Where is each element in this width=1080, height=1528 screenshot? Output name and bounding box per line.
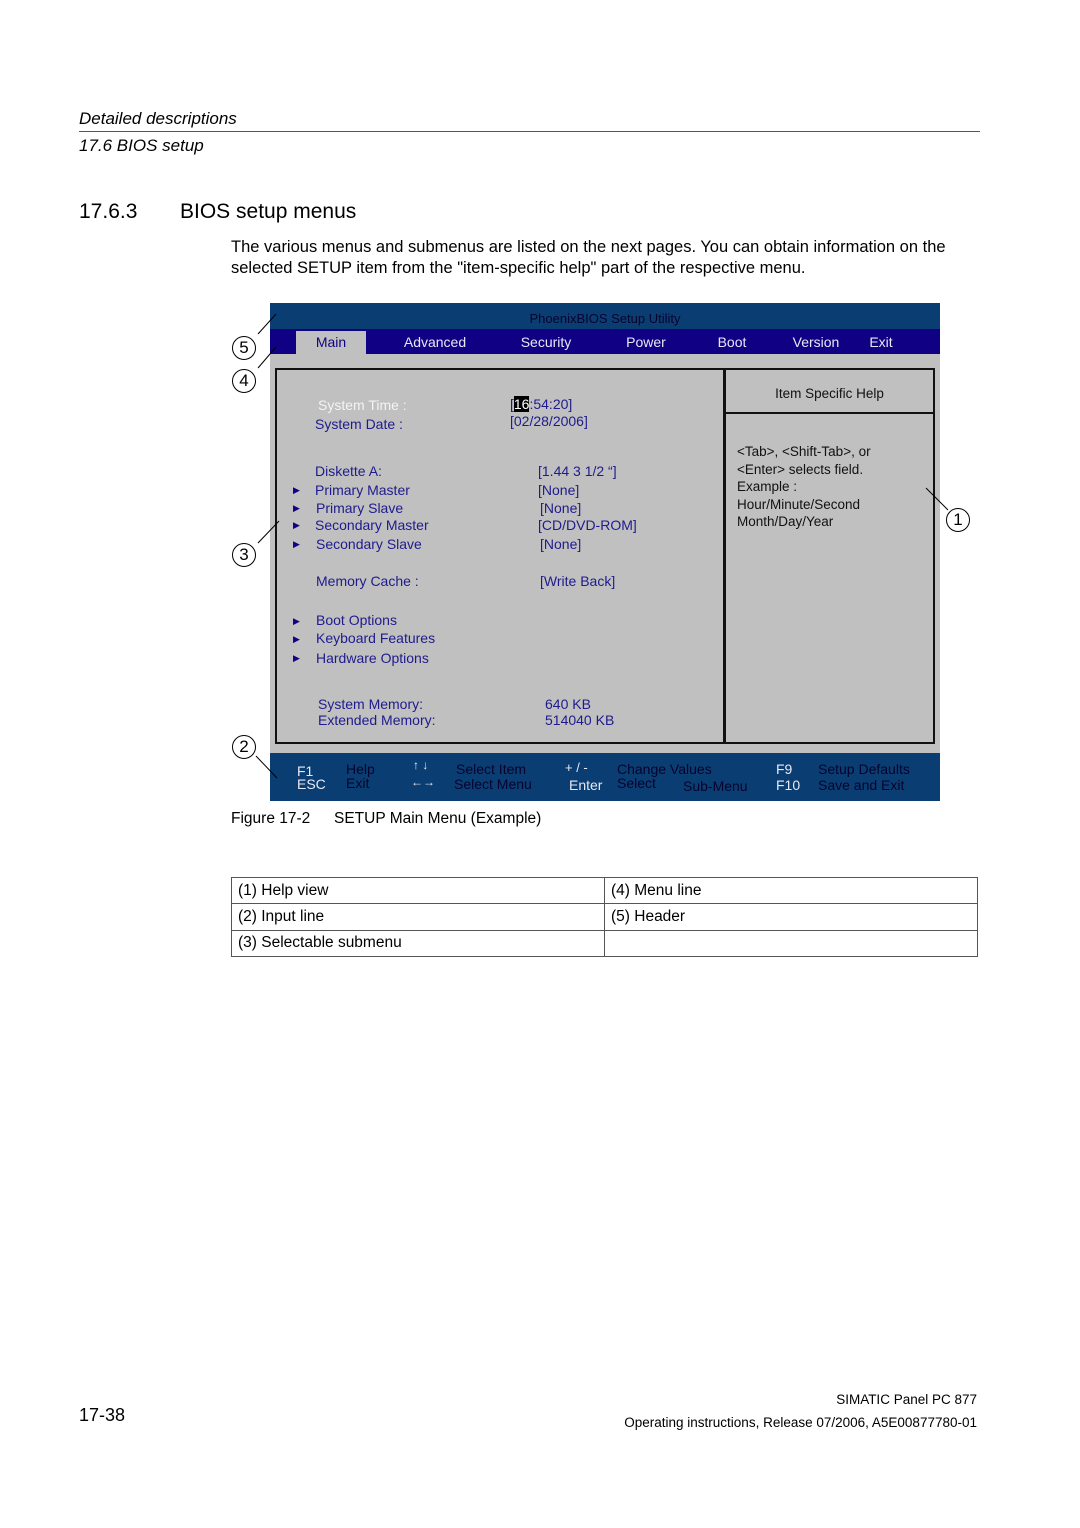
leader-line-1	[925, 487, 949, 511]
leader-line-3	[257, 520, 280, 544]
callout-2: 2	[232, 735, 256, 759]
figure-title: SETUP Main Menu (Example)	[334, 810, 542, 827]
callout-legend-table: (1) Help view (4) Menu line (2) Input li…	[231, 876, 978, 957]
legend-cell	[604, 929, 978, 957]
table-row: (3) Selectable submenu	[231, 929, 978, 957]
leader-line-5	[257, 313, 277, 335]
page-number: 17-38	[79, 1405, 126, 1425]
leader-line-2	[255, 755, 278, 779]
figure-caption: Figure 17-2 SETUP Main Menu (Example)	[231, 810, 541, 828]
callout-3: 3	[232, 543, 256, 567]
table-row: (1) Help view (4) Menu line	[231, 876, 978, 905]
figure-number: Figure 17-2	[231, 810, 311, 827]
callout-1: 1	[946, 508, 970, 532]
legend-cell: (4) Menu line	[604, 876, 978, 905]
footer-product: SIMATIC Panel PC 877	[836, 1392, 977, 1407]
legend-cell: (1) Help view	[231, 876, 605, 905]
page-footer-info: SIMATIC Panel PC 877 Operating instructi…	[624, 1388, 977, 1434]
table-row: (2) Input line (5) Header	[231, 903, 978, 931]
callout-leader-lines	[255, 313, 949, 779]
callout-5: 5	[232, 336, 256, 360]
legend-cell: (5) Header	[604, 903, 978, 931]
leader-line-4	[257, 346, 277, 369]
legend-cell: (3) Selectable submenu	[231, 929, 605, 957]
callout-4: 4	[232, 369, 256, 393]
legend-cell: (2) Input line	[231, 903, 605, 931]
footer-doc-info: Operating instructions, Release 07/2006,…	[624, 1415, 977, 1430]
